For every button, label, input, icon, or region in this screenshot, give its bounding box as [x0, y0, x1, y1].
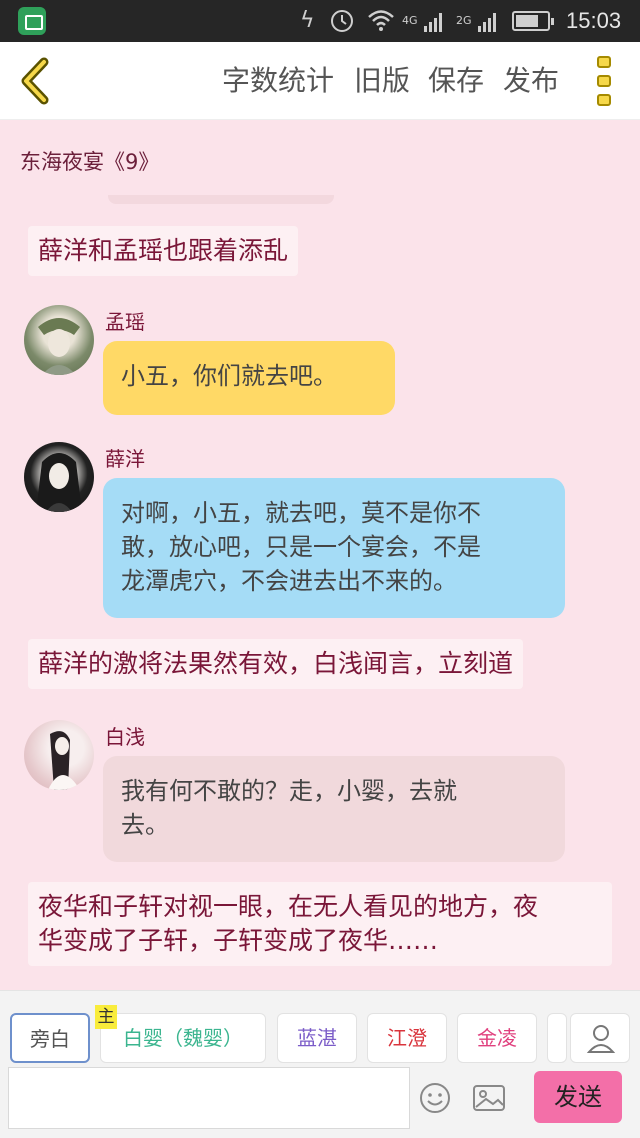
signal-icon — [424, 10, 446, 32]
speaker-name: 孟瑶 — [105, 310, 145, 334]
composer-panel: 旁白 白婴（魏婴） 主 蓝湛 江澄 金凌 发送 — [0, 990, 640, 1138]
image-app-icon — [18, 7, 46, 35]
clock: 15:03 — [566, 8, 622, 33]
alarm-icon — [328, 6, 356, 36]
chip-character-lanzhan[interactable]: 蓝湛 — [277, 1013, 357, 1063]
chip-overflow[interactable] — [547, 1013, 567, 1063]
main-character-tag: 主 — [95, 1005, 117, 1029]
message-bubble[interactable]: 对啊，小五，就去吧，莫不是你不 敢，放心吧，只是一个宴会，不是 龙潭虎穴，不会进… — [103, 478, 565, 618]
chip-character-jinling[interactable]: 金凌 — [457, 1013, 537, 1063]
avatar-xueyang[interactable] — [24, 442, 94, 512]
wifi-icon — [366, 6, 396, 36]
chip-narrator[interactable]: 旁白 — [10, 1013, 90, 1063]
partial-bubble — [108, 195, 334, 204]
flash-icon: ϟ — [300, 8, 315, 33]
narration-text: 华变成了子轩，子轩变成了夜华…… — [38, 926, 439, 955]
message-bubble[interactable]: 我有何不敢的？走，小婴，去就 去。 — [103, 756, 565, 862]
word-count-button[interactable]: 字数统计 — [222, 62, 334, 100]
message-text: 敢，放心吧，只是一个宴会，不是 — [121, 533, 481, 561]
avatar-mengyao[interactable] — [24, 305, 94, 375]
back-chevron-icon[interactable] — [14, 56, 58, 106]
send-button[interactable]: 发送 — [534, 1071, 622, 1123]
avatar-baiqian[interactable] — [24, 720, 94, 790]
message-text: 对啊，小五，就去吧，莫不是你不 — [121, 499, 481, 527]
message-text: 我有何不敢的？走，小婴，去就 — [121, 777, 457, 805]
chip-character-jiangcheng[interactable]: 江澄 — [367, 1013, 447, 1063]
publish-button[interactable]: 发布 — [503, 62, 559, 100]
chip-character-baiying[interactable]: 白婴（魏婴） — [100, 1013, 266, 1063]
message-bubble[interactable]: 小五，你们就去吧。 — [103, 341, 395, 415]
narration-bubble[interactable]: 薛洋和孟瑶也跟着添乱 — [28, 226, 299, 276]
editor-toolbar: 字数统计 旧版 保存 发布 — [0, 42, 640, 120]
emoji-icon[interactable] — [418, 1081, 452, 1115]
narration-text: 夜华和子轩对视一眼，在无人看见的地方，夜 — [38, 892, 539, 921]
network-type-1: 4G — [402, 14, 418, 27]
narration-bubble[interactable]: 薛洋的激将法果然有效，白浅闻言，立刻道 — [28, 639, 524, 689]
person-icon[interactable] — [570, 1013, 630, 1063]
message-text: 去。 — [121, 811, 169, 839]
battery-icon — [512, 11, 554, 31]
message-text: 龙潭虎穴，不会进去出不来的。 — [121, 567, 457, 595]
message-text: 小五，你们就去吧。 — [121, 362, 337, 390]
network-type-2: 2G — [456, 14, 472, 27]
speaker-name: 薛洋 — [105, 447, 145, 471]
narration-bubble[interactable]: 夜华和子轩对视一眼，在无人看见的地方，夜 华变成了子轩，子轩变成了夜华…… — [28, 882, 612, 966]
signal-icon-2 — [478, 10, 500, 32]
story-title: 东海夜宴《9》 — [20, 150, 160, 174]
more-menu-icon[interactable] — [596, 56, 612, 106]
save-button[interactable]: 保存 — [428, 62, 484, 100]
image-icon[interactable] — [472, 1083, 506, 1113]
speaker-name: 白浅 — [105, 725, 145, 749]
old-version-button[interactable]: 旧版 — [354, 62, 410, 100]
status-bar: ϟ 4G 2G 15:03 — [0, 0, 640, 42]
message-input[interactable] — [8, 1067, 410, 1129]
